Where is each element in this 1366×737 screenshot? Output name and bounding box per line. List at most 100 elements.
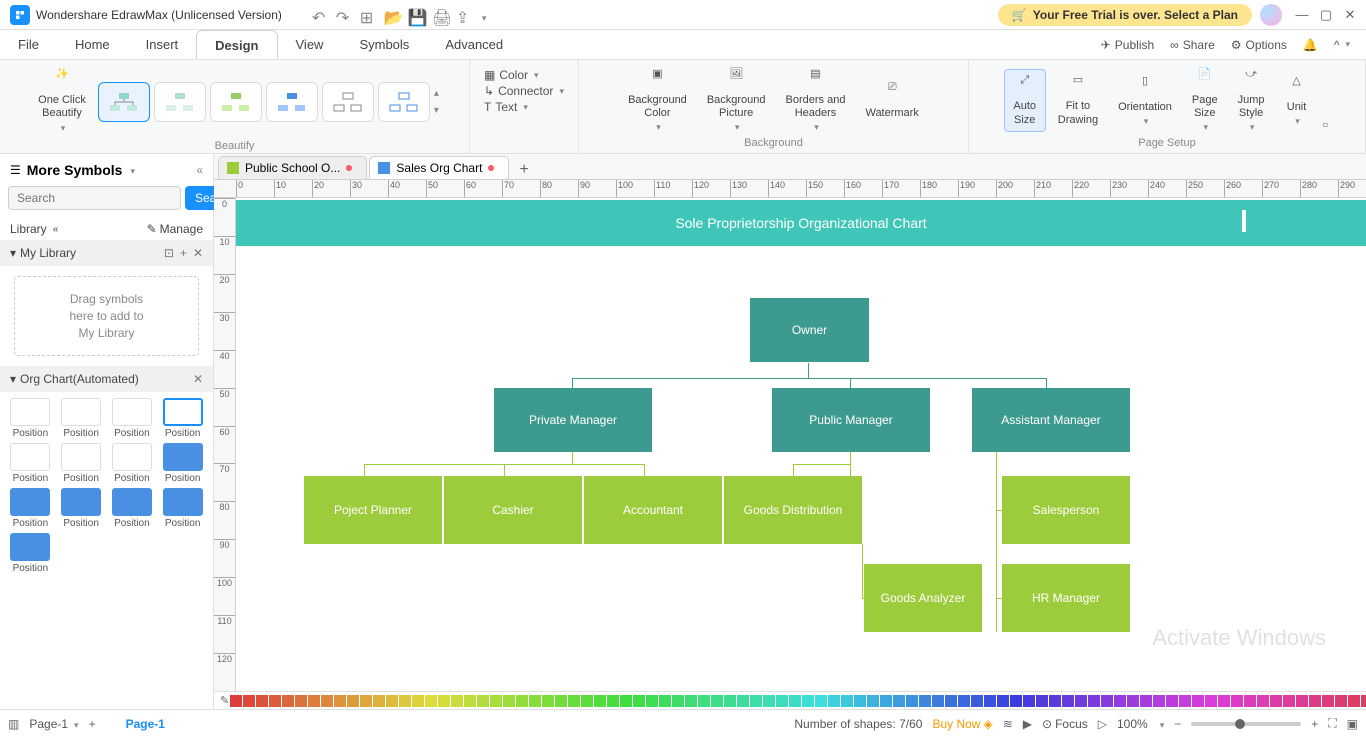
color-swatch[interactable] [1010, 695, 1022, 707]
close-button[interactable]: ✕ [1338, 7, 1362, 23]
minimize-button[interactable]: — [1290, 7, 1314, 22]
menu-file[interactable]: File [0, 30, 57, 59]
expand-icon[interactable]: « [53, 224, 59, 235]
color-swatch[interactable] [984, 695, 996, 707]
color-swatch[interactable] [607, 695, 619, 707]
theme-down-icon[interactable]: ▾ [434, 105, 439, 116]
menu-symbols[interactable]: Symbols [341, 30, 427, 59]
theme-thumb-5[interactable] [322, 82, 374, 122]
color-swatch[interactable] [425, 695, 437, 707]
menu-advanced[interactable]: Advanced [427, 30, 521, 59]
color-swatch[interactable] [880, 695, 892, 707]
node-project-planner[interactable]: Poject Planner [304, 476, 442, 544]
color-swatch[interactable] [1127, 695, 1139, 707]
node-assistant-manager[interactable]: Assistant Manager [972, 388, 1130, 452]
add-lib-icon[interactable]: ⊡ [164, 246, 174, 260]
connector-tool[interactable]: ↳Connector [484, 84, 564, 98]
color-swatch[interactable] [971, 695, 983, 707]
color-swatch[interactable] [893, 695, 905, 707]
color-swatch[interactable] [672, 695, 684, 707]
play-icon[interactable]: ▷ [1098, 717, 1107, 731]
chevron-down-icon[interactable] [1158, 717, 1165, 731]
manage-link[interactable]: ✎Manage [147, 222, 203, 236]
zoom-in-button[interactable]: + [1311, 717, 1318, 731]
color-swatch[interactable] [282, 695, 294, 707]
color-swatch[interactable] [490, 695, 502, 707]
color-swatch[interactable] [789, 695, 801, 707]
notify-icon[interactable]: 🔔 [1303, 38, 1318, 52]
color-swatch[interactable] [776, 695, 788, 707]
shape-item[interactable]: Position [6, 488, 55, 529]
color-swatch-bar[interactable]: ✎ [214, 691, 1366, 709]
shape-item[interactable]: Position [158, 398, 207, 439]
color-swatch[interactable] [256, 695, 268, 707]
save-icon[interactable]: 💾 [408, 8, 422, 22]
shape-item[interactable]: Position [108, 443, 157, 484]
node-goods-analyzer[interactable]: Goods Analyzer [864, 564, 982, 632]
node-cashier[interactable]: Cashier [444, 476, 582, 544]
menu-design[interactable]: Design [196, 30, 277, 59]
canvas[interactable]: Sole Proprietorship Organizational Chart… [236, 198, 1366, 691]
color-swatch[interactable] [685, 695, 697, 707]
color-swatch[interactable] [854, 695, 866, 707]
color-swatch[interactable] [360, 695, 372, 707]
color-swatch[interactable] [412, 695, 424, 707]
collapse-ribbon-icon[interactable]: ^ [1334, 38, 1350, 52]
color-swatch[interactable] [1244, 695, 1256, 707]
collapse-sidebar-icon[interactable]: « [196, 163, 203, 177]
color-swatch[interactable] [958, 695, 970, 707]
chevron-down-icon[interactable]: ▾ [10, 372, 16, 386]
text-tool[interactable]: TText [484, 100, 564, 114]
color-swatch[interactable] [1348, 695, 1360, 707]
maximize-button[interactable]: ▢ [1314, 7, 1338, 23]
chevron-down-icon[interactable]: ▾ [10, 246, 16, 260]
color-swatch[interactable] [516, 695, 528, 707]
color-swatch[interactable] [321, 695, 333, 707]
theme-thumb-1[interactable] [98, 82, 150, 122]
presentation-icon[interactable]: ▶ [1023, 717, 1032, 731]
add-tab-button[interactable]: + [511, 161, 536, 179]
node-public-manager[interactable]: Public Manager [772, 388, 930, 452]
menu-home[interactable]: Home [57, 30, 128, 59]
color-swatch[interactable] [1309, 695, 1321, 707]
print-icon[interactable]: 🖨 [432, 8, 446, 22]
color-swatch[interactable] [659, 695, 671, 707]
color-swatch[interactable] [906, 695, 918, 707]
jump-style-button[interactable]: ⤻Jump Style [1230, 64, 1273, 137]
add-page-button[interactable]: + [89, 717, 96, 731]
shape-item[interactable]: Position [57, 488, 106, 529]
theme-thumb-4[interactable] [266, 82, 318, 122]
color-swatch[interactable] [1283, 695, 1295, 707]
color-swatch[interactable] [243, 695, 255, 707]
color-swatch[interactable] [399, 695, 411, 707]
shape-item[interactable]: Position [6, 443, 55, 484]
color-swatch[interactable] [711, 695, 723, 707]
fit-drawing-button[interactable]: ▭Fit to Drawing [1050, 70, 1106, 130]
zoom-out-button[interactable]: − [1174, 717, 1181, 731]
node-goods-dist[interactable]: Goods Distribution [724, 476, 862, 544]
node-accountant[interactable]: Accountant [584, 476, 722, 544]
zoom-slider[interactable] [1191, 722, 1301, 726]
qat-more-icon[interactable] [480, 8, 494, 22]
color-swatch[interactable] [828, 695, 840, 707]
color-swatch[interactable] [1218, 695, 1230, 707]
color-swatch[interactable] [1361, 695, 1366, 707]
shape-item[interactable]: Position [57, 398, 106, 439]
color-swatch[interactable] [1296, 695, 1308, 707]
color-swatch[interactable] [555, 695, 567, 707]
color-swatch[interactable] [373, 695, 385, 707]
theme-thumb-6[interactable] [378, 82, 430, 122]
chart-title[interactable]: Sole Proprietorship Organizational Chart [236, 200, 1366, 246]
auto-size-button[interactable]: ⤢Auto Size [1004, 69, 1046, 131]
color-swatch[interactable] [1192, 695, 1204, 707]
color-swatch[interactable] [568, 695, 580, 707]
redo-icon[interactable]: ↷ [336, 8, 350, 22]
color-swatch[interactable] [581, 695, 593, 707]
color-swatch[interactable] [477, 695, 489, 707]
focus-button[interactable]: ⊙ Focus [1042, 717, 1088, 731]
color-swatch[interactable] [1088, 695, 1100, 707]
color-swatch[interactable] [919, 695, 931, 707]
color-swatch[interactable] [1036, 695, 1048, 707]
chevron-down-icon[interactable] [128, 163, 135, 177]
fullscreen-icon[interactable]: ▣ [1347, 717, 1358, 731]
